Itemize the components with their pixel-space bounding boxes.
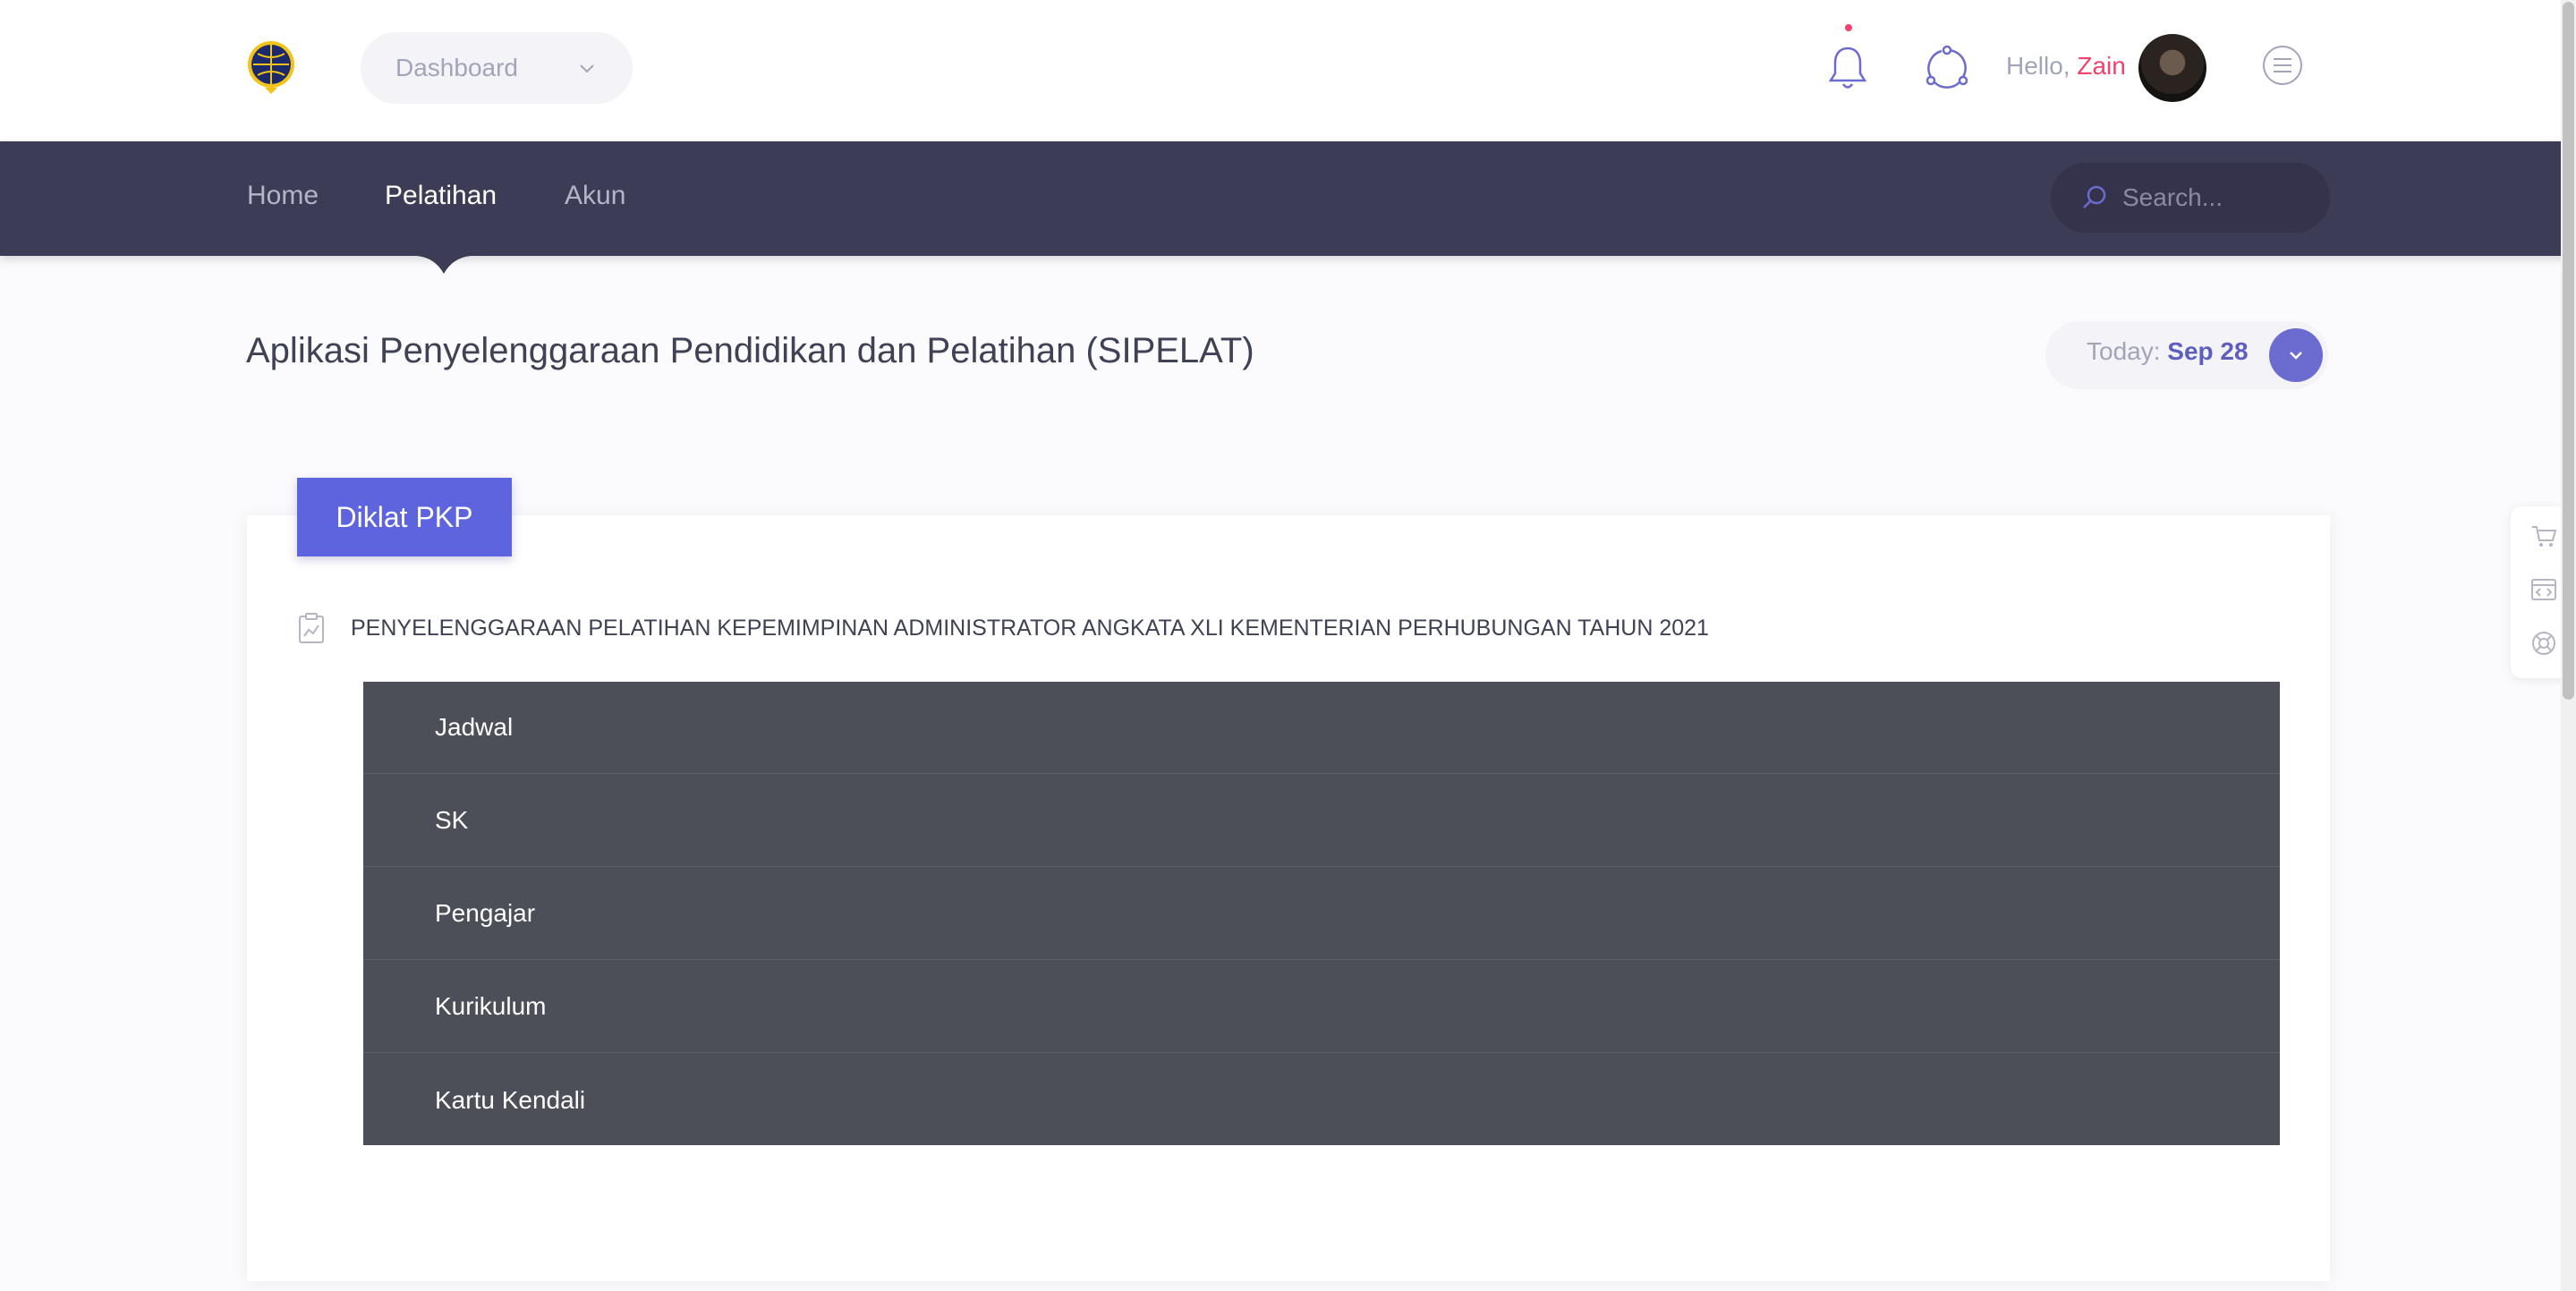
search-icon bbox=[2083, 185, 2106, 208]
menu-item-label: Pengajar bbox=[435, 899, 536, 927]
dashboard-dropdown-label: Dashboard bbox=[395, 54, 518, 81]
menu-item-kartu-kendali[interactable]: Kartu Kendali bbox=[363, 1054, 2280, 1146]
training-title[interactable]: PENYELENGGARAAN PELATIHAN KEPEMIMPINAN A… bbox=[351, 616, 1709, 641]
menu-item-kurikulum[interactable]: Kurikulum bbox=[363, 961, 2280, 1053]
today-date: Sep 28 bbox=[2167, 337, 2249, 365]
bell-icon[interactable] bbox=[1826, 43, 1869, 93]
clipboard-chart-icon bbox=[299, 613, 324, 643]
notification-dot bbox=[1845, 24, 1852, 31]
chevron-down-icon bbox=[580, 64, 594, 73]
menu-item-pengajar[interactable]: Pengajar bbox=[363, 868, 2280, 960]
menu-item-jadwal[interactable]: Jadwal bbox=[363, 682, 2280, 774]
sync-icon[interactable] bbox=[1924, 45, 1970, 91]
card-tab-diklat-pkp[interactable]: Diklat PKP bbox=[297, 478, 512, 556]
menu-item-sk[interactable]: SK bbox=[363, 775, 2280, 867]
user-name: Zain bbox=[2077, 52, 2126, 80]
today-display: Today: Sep 28 bbox=[2087, 337, 2249, 366]
menu-item-label: Kurikulum bbox=[435, 992, 547, 1020]
menu-item-label: SK bbox=[435, 806, 469, 834]
user-greeting: Hello, Zain bbox=[2006, 52, 2126, 84]
logo-icon[interactable] bbox=[245, 39, 297, 95]
lifebuoy-icon[interactable] bbox=[2530, 630, 2557, 657]
nav-item-home[interactable]: Home bbox=[247, 181, 319, 217]
active-nav-indicator bbox=[417, 256, 471, 274]
nav-item-pelatihan[interactable]: Pelatihan bbox=[385, 181, 497, 217]
code-icon[interactable] bbox=[2530, 576, 2557, 603]
today-label: Today: bbox=[2087, 337, 2161, 365]
page-title: Aplikasi Penyelenggaraan Pendidikan dan … bbox=[246, 331, 1254, 370]
cart-icon[interactable] bbox=[2530, 522, 2557, 549]
date-dropdown-button[interactable] bbox=[2269, 328, 2323, 382]
nav-item-akun[interactable]: Akun bbox=[565, 181, 625, 217]
search-input[interactable] bbox=[2122, 177, 2310, 218]
chevron-down-icon bbox=[2290, 352, 2302, 360]
menu-item-label: Kartu Kendali bbox=[435, 1085, 586, 1114]
menu-item-label: Jadwal bbox=[435, 713, 514, 741]
menu-icon[interactable] bbox=[2262, 45, 2303, 86]
scrollbar-thumb[interactable] bbox=[2563, 2, 2574, 700]
card-tab-label: Diklat PKP bbox=[336, 500, 473, 533]
greeting-prefix: Hello, bbox=[2006, 52, 2070, 80]
avatar[interactable] bbox=[2138, 34, 2206, 102]
